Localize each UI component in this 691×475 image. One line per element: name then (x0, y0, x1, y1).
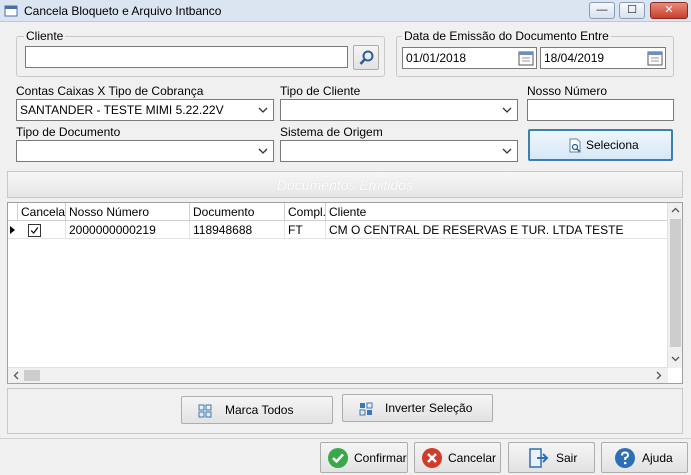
table-row[interactable]: 2000000000219 118948688 FT CM O CENTRAL … (8, 221, 668, 239)
invert-selection-icon (359, 402, 373, 416)
cell-cliente: CM O CENTRAL DE RESERVAS E TUR. LTDA TES… (329, 223, 624, 237)
documentos-emitidos-header: Documentos Emitidos (7, 171, 683, 198)
tipo-documento-select[interactable] (16, 140, 274, 162)
window-title: Cancela Bloqueto e Arquivo Intbanco (24, 4, 222, 18)
data-inicio-input[interactable]: 01/01/2018 (402, 47, 537, 69)
grid-icon (198, 404, 212, 418)
maximize-button[interactable]: ☐ (619, 2, 645, 19)
col-header-documento[interactable]: Documento (190, 203, 285, 221)
inverter-selecao-button[interactable]: Inverter Seleção (342, 394, 493, 422)
document-search-icon (569, 138, 581, 153)
tipo-cliente-select[interactable] (280, 99, 518, 121)
sair-button[interactable]: Sair (508, 442, 595, 473)
sistema-origem-select[interactable] (280, 140, 518, 162)
scroll-up-icon[interactable] (671, 206, 680, 215)
inverter-selecao-label: Inverter Seleção (385, 401, 473, 415)
tipo-documento-label: Tipo de Documento (16, 125, 121, 139)
chevron-down-icon (258, 148, 268, 154)
data-inicio-value: 01/01/2018 (406, 51, 467, 65)
help-circle-icon (615, 448, 635, 468)
chevron-down-icon (502, 148, 512, 154)
cell-compl: FT (285, 221, 326, 239)
seleciona-button[interactable]: Seleciona (528, 129, 673, 161)
scroll-down-icon[interactable] (671, 354, 680, 363)
minimize-icon: — (596, 4, 608, 16)
data-fim-value: 18/04/2019 (544, 51, 605, 65)
col-header-nosso-numero[interactable]: Nosso Número (66, 203, 190, 221)
close-button[interactable]: ✕ (650, 2, 688, 19)
maximize-icon: ☐ (627, 4, 637, 16)
calendar-icon[interactable] (518, 50, 534, 66)
horizontal-scrollbar[interactable] (8, 367, 668, 383)
confirmar-label: Confirmar (354, 450, 407, 465)
grid-header-indicator (8, 203, 18, 221)
marca-todos-label: Marca Todos (225, 403, 294, 417)
chevron-down-icon (258, 107, 268, 113)
contas-value: SANTANDER - TESTE MIMI 5.22.22V (20, 103, 224, 117)
app-icon (4, 5, 18, 17)
search-icon (359, 50, 374, 65)
check-circle-icon (328, 448, 348, 468)
cliente-input[interactable] (25, 46, 348, 68)
tipo-cliente-label: Tipo de Cliente (280, 84, 361, 98)
cell-nosso-numero: 2000000000219 (66, 221, 190, 239)
scroll-right-icon[interactable] (654, 371, 663, 380)
grid-header: Cancela Nosso Número Documento Compl. Cl… (8, 203, 668, 221)
cliente-search-button[interactable] (353, 45, 379, 70)
nosso-numero-input[interactable] (527, 99, 674, 121)
close-icon: ✕ (664, 4, 674, 16)
sair-label: Sair (556, 450, 578, 465)
scroll-left-icon[interactable] (12, 371, 21, 380)
col-header-compl[interactable]: Compl. (285, 203, 326, 221)
documentos-grid[interactable]: Cancela Nosso Número Documento Compl. Cl… (7, 202, 683, 384)
calendar-icon[interactable] (647, 50, 663, 66)
confirmar-button[interactable]: Confirmar (320, 442, 408, 473)
cancel-circle-icon (422, 448, 442, 468)
vertical-scroll-thumb[interactable] (670, 219, 681, 347)
ajuda-button[interactable]: Ajuda (601, 442, 688, 473)
col-header-cliente[interactable]: Cliente (326, 203, 668, 221)
data-fim-input[interactable]: 18/04/2019 (540, 47, 666, 69)
title-bar: Cancela Bloqueto e Arquivo Intbanco — ☐ … (0, 0, 691, 22)
horizontal-scroll-thumb[interactable] (24, 370, 40, 381)
cancelar-button[interactable]: Cancelar (414, 442, 501, 473)
ajuda-label: Ajuda (642, 450, 673, 465)
row-pointer-icon (10, 226, 15, 234)
data-emissao-group-label: Data de Emissão do Documento Entre (402, 29, 611, 43)
seleciona-label: Seleciona (586, 138, 639, 152)
sistema-origem-label: Sistema de Origem (280, 125, 383, 139)
selection-actions-panel: Marca Todos Inverter Seleção (7, 388, 683, 434)
cell-cancela (18, 221, 66, 239)
cancela-checkbox[interactable] (28, 224, 41, 237)
col-header-cancela[interactable]: Cancela (18, 203, 66, 221)
chevron-down-icon (502, 107, 512, 113)
vertical-scrollbar[interactable] (667, 203, 682, 368)
cliente-group-label: Cliente (24, 29, 66, 43)
minimize-button[interactable]: — (589, 2, 615, 19)
nosso-numero-label: Nosso Número (527, 84, 608, 98)
exit-door-icon (529, 448, 549, 468)
marca-todos-button[interactable]: Marca Todos (181, 396, 333, 424)
contas-label: Contas Caixas X Tipo de Cobrança (16, 84, 204, 98)
footer-bar: Confirmar Cancelar Sair Ajuda (0, 438, 691, 475)
cancelar-label: Cancelar (448, 450, 497, 465)
cell-documento: 118948688 (190, 221, 285, 239)
contas-select[interactable]: SANTANDER - TESTE MIMI 5.22.22V (16, 99, 274, 121)
documentos-emitidos-title: Documentos Emitidos (276, 177, 414, 193)
